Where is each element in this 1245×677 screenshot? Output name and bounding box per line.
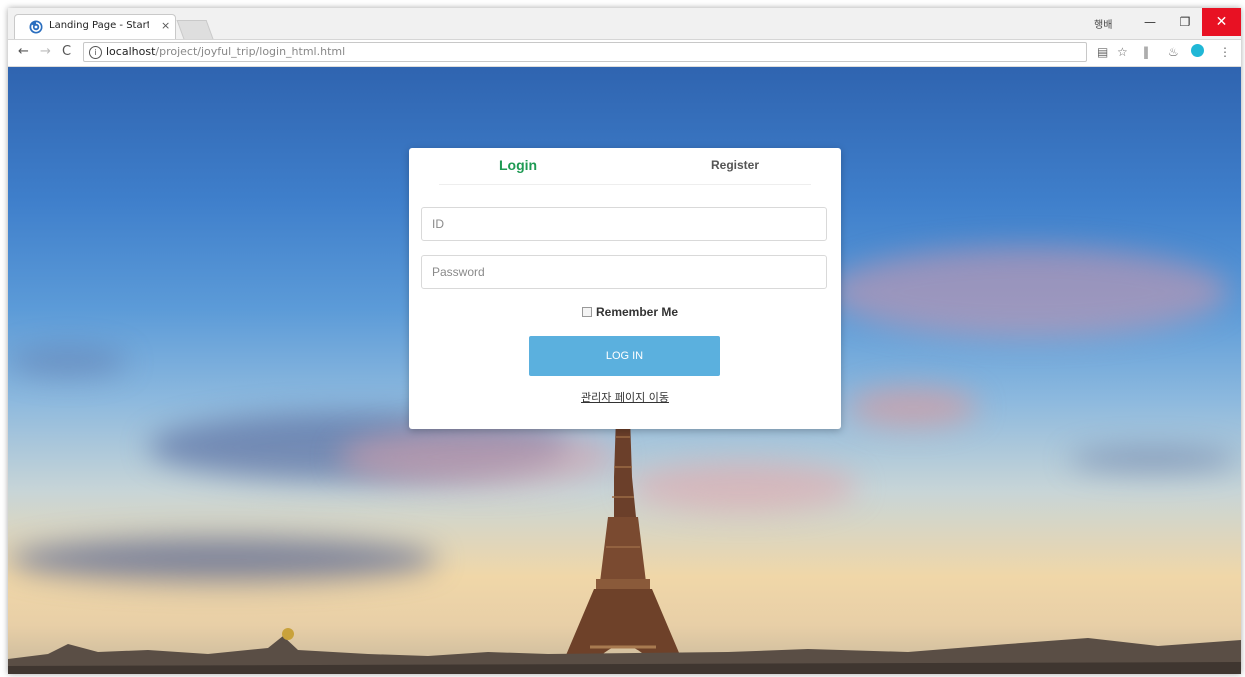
tab-divider	[439, 184, 811, 185]
browser-window: Landing Page - Start Bo × 행배 — ❐ ✕ ← → C…	[8, 8, 1241, 674]
tab-login[interactable]: Login	[499, 157, 537, 173]
browser-tab[interactable]: Landing Page - Start Bo ×	[14, 14, 176, 39]
background-cloud	[1068, 447, 1238, 472]
id-input[interactable]	[421, 207, 827, 241]
profile-badge[interactable]: 행배	[1094, 16, 1112, 31]
restore-button[interactable]: ❐	[1167, 8, 1203, 36]
background-cloud	[828, 247, 1228, 337]
login-card: Login Register Remember Me LOG IN 관리자 페이…	[409, 148, 841, 429]
browser-toolbar: ← → C i localhost/project/joyful_trip/lo…	[8, 40, 1241, 67]
page-viewport: Login Register Remember Me LOG IN 관리자 페이…	[8, 67, 1241, 674]
tab-close-icon[interactable]: ×	[161, 19, 170, 32]
close-window-button[interactable]: ✕	[1202, 8, 1241, 36]
remember-me-option[interactable]: Remember Me	[582, 305, 678, 319]
url-text: localhost/project/joyful_trip/login_html…	[106, 45, 345, 58]
minimize-button[interactable]: —	[1132, 8, 1168, 36]
city-skyline-illustration	[8, 628, 1241, 674]
address-bar[interactable]: i localhost/project/joyful_trip/login_ht…	[83, 42, 1087, 62]
password-input[interactable]	[421, 255, 827, 289]
menu-icon[interactable]: ⋮	[1219, 45, 1231, 59]
back-arrow-icon[interactable]: ←	[18, 44, 29, 59]
incognito-icon[interactable]: ♨	[1168, 45, 1179, 59]
new-tab-button[interactable]	[176, 20, 214, 39]
url-host: localhost	[106, 45, 156, 58]
reload-icon[interactable]: C	[62, 44, 71, 59]
translate-icon[interactable]: ▤	[1097, 45, 1108, 59]
tab-register[interactable]: Register	[711, 158, 759, 172]
login-button[interactable]: LOG IN	[529, 336, 720, 376]
bootstrap-favicon-icon	[29, 20, 43, 34]
extension-icon[interactable]: ‖	[1143, 45, 1149, 59]
background-cloud	[8, 537, 438, 582]
background-cloud	[8, 347, 128, 377]
remember-me-checkbox[interactable]	[582, 307, 592, 317]
url-path: /project/joyful_trip/login_html.html	[155, 45, 346, 58]
forward-arrow-icon[interactable]: →	[40, 44, 51, 59]
grammarly-icon[interactable]	[1191, 44, 1204, 57]
star-icon[interactable]: ☆	[1117, 45, 1128, 59]
title-bar: Landing Page - Start Bo × 행배 — ❐ ✕	[8, 8, 1241, 40]
tab-title: Landing Page - Start Bo	[49, 20, 149, 31]
info-icon[interactable]: i	[89, 46, 102, 59]
background-cloud	[848, 387, 978, 427]
remember-me-label: Remember Me	[596, 305, 679, 319]
admin-page-link[interactable]: 관리자 페이지 이동	[409, 389, 841, 405]
